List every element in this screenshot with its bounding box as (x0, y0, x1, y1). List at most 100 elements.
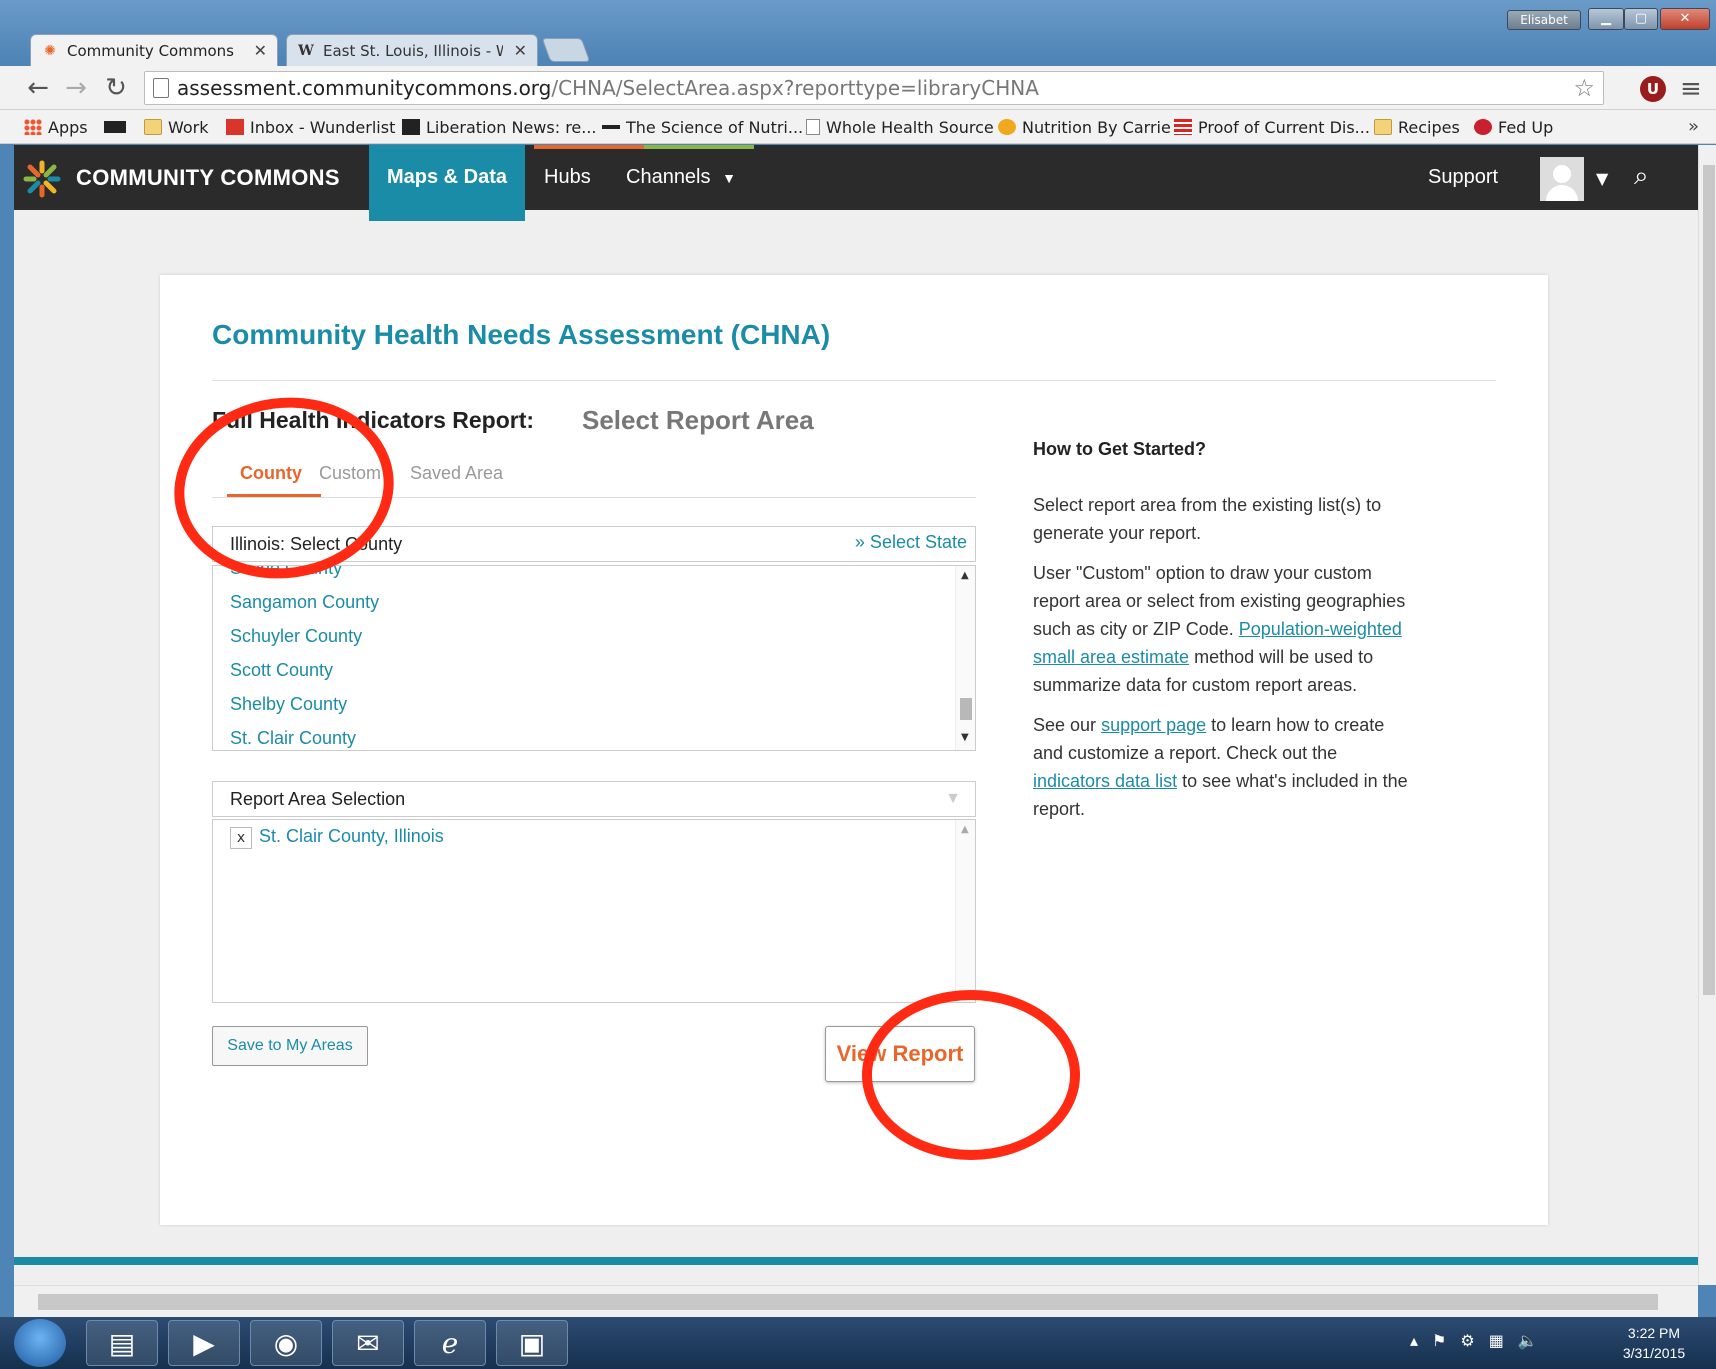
nav-channels[interactable]: Channels ▼ (626, 145, 736, 210)
selection-scrollbar[interactable]: ▲ (955, 820, 975, 1002)
nav-channels-label: Channels (626, 166, 711, 188)
annotation-circle-view-report (862, 990, 1080, 1160)
county-list[interactable]: Saline County Sangamon County Schuyler C… (212, 565, 976, 751)
flag-icon (1174, 119, 1192, 135)
bookmark-label: Proof of Current Dis... (1198, 117, 1370, 137)
content-card: Community Health Needs Assessment (CHNA)… (160, 275, 1548, 1225)
list-item[interactable]: Shelby County (230, 694, 347, 715)
internet-explorer-icon[interactable]: ℯ (414, 1320, 486, 1366)
apps-grid-icon (24, 119, 42, 135)
help-panel: How to Get Started? Select report area f… (1033, 435, 1413, 835)
browser-toolbar: ← → ↻ assessment.communitycommons.org/CH… (0, 66, 1716, 110)
selected-area-chip[interactable]: St. Clair County, Illinois (259, 826, 444, 847)
nav-support[interactable]: Support (1428, 145, 1498, 210)
bookmarks-bar: Apps Work Inbox - Wunderlist Liberation … (0, 110, 1716, 144)
bookmark-star-icon[interactable]: ☆ (1573, 72, 1595, 104)
list-item[interactable]: Scott County (230, 660, 333, 681)
tab-saved-area[interactable]: Saved Area (410, 463, 503, 484)
community-commons-favicon-icon: ✺ (44, 42, 56, 59)
bookmark-nutrition-by-carrie[interactable]: Nutrition By Carrie (998, 116, 1171, 138)
list-item[interactable]: Schuyler County (230, 626, 362, 647)
avatar[interactable] (1540, 157, 1584, 201)
bookmark-label: The Science of Nutri... (626, 117, 804, 137)
window-close-button[interactable]: ✕ (1660, 8, 1710, 30)
minimize-button[interactable]: ▁ (1588, 8, 1624, 30)
bookmark-work[interactable]: Work (144, 116, 209, 138)
start-button[interactable] (14, 1319, 66, 1367)
bookmark-bbc-icon[interactable] (104, 116, 126, 138)
clock[interactable]: 3:22 PM 3/31/2015 (1606, 1323, 1702, 1363)
list-item[interactable]: St. Clair County (230, 728, 356, 749)
report-subtitle: Select Report Area (582, 405, 814, 435)
remove-area-button[interactable]: x (230, 827, 252, 849)
bookmark-whole-health-source[interactable]: Whole Health Source (806, 116, 994, 138)
bbc-icon (104, 121, 126, 133)
scroll-thumb[interactable] (1703, 165, 1715, 995)
bookmark-liberation-news[interactable]: Liberation News: re... (402, 116, 597, 138)
close-tab-icon[interactable]: ✕ (514, 41, 527, 60)
support-page-link[interactable]: support page (1101, 715, 1206, 735)
scroll-up-icon[interactable]: ▲ (961, 824, 969, 835)
address-bar[interactable]: assessment.communitycommons.org/CHNA/Sel… (144, 71, 1604, 105)
bookmark-label: Recipes (1398, 117, 1460, 137)
chevron-down-icon[interactable]: ▼ (945, 782, 961, 816)
list-item[interactable]: Sangamon County (230, 592, 379, 613)
file-explorer-icon[interactable]: ▤ (86, 1320, 158, 1366)
search-icon[interactable]: ⌕ (1634, 161, 1649, 192)
bookmarks-overflow-icon[interactable]: » (1688, 116, 1699, 137)
footer-accent-bar (14, 1257, 1698, 1265)
forward-icon[interactable]: → (60, 72, 92, 104)
outlook-icon[interactable]: ✉ (332, 1320, 404, 1366)
site-name[interactable]: COMMUNITY COMMONS (76, 165, 340, 191)
nav-maps-data[interactable]: Maps & Data (369, 145, 525, 221)
new-tab-button[interactable] (541, 38, 591, 62)
bookmark-fed-up[interactable]: Fed Up (1474, 116, 1553, 138)
page-icon (153, 78, 169, 98)
bookmark-label: Liberation News: re... (426, 117, 597, 137)
bookmark-apps[interactable]: Apps (24, 116, 88, 138)
scroll-down-icon[interactable]: ▼ (961, 732, 969, 743)
bookmark-wunderlist[interactable]: Inbox - Wunderlist (226, 116, 395, 138)
browser-menu-icon[interactable]: ≡ (1680, 74, 1702, 104)
help-paragraph: See our support page to learn how to cre… (1033, 711, 1413, 823)
bookmark-science-of-nutrition[interactable]: The Science of Nutri... (602, 116, 803, 138)
nav-hubs[interactable]: Hubs (544, 145, 591, 210)
wunderlist-icon (226, 119, 244, 135)
bookmark-label: Fed Up (1498, 117, 1554, 137)
scroll-up-icon[interactable]: ▲ (961, 570, 969, 581)
page-horizontal-scrollbar[interactable] (14, 1285, 1698, 1317)
bookmark-label: Nutrition By Carrie (1022, 117, 1171, 137)
chevron-down-icon: ▼ (722, 170, 736, 186)
close-tab-icon[interactable]: ✕ (254, 41, 267, 60)
county-list-scrollbar[interactable]: ▲ ▼ (955, 566, 975, 750)
selected-areas-box: x St. Clair County, Illinois ▲ (212, 819, 976, 1003)
system-tray-icons[interactable]: ▴⚑⚙▦🔈 (1410, 1331, 1552, 1350)
page-vertical-scrollbar[interactable] (1698, 145, 1716, 1285)
report-area-selection-header[interactable]: Report Area Selection ▼ (212, 781, 976, 817)
help-paragraph: User "Custom" option to draw your custom… (1033, 559, 1413, 699)
site-header: COMMUNITY COMMONS Maps & Data Hubs Chann… (14, 145, 1698, 221)
tab-wikipedia[interactable]: W East St. Louis, Illinois - Wi ✕ (286, 34, 538, 66)
chrome-icon[interactable]: ◉ (250, 1320, 322, 1366)
app-icon[interactable]: ▣ (496, 1320, 568, 1366)
scroll-thumb[interactable] (960, 698, 972, 720)
reload-icon[interactable]: ↻ (100, 72, 132, 104)
tab-label: Community Commons (67, 41, 234, 60)
page-icon (806, 119, 820, 135)
media-player-icon[interactable]: ▶ (168, 1320, 240, 1366)
chevron-down-icon[interactable]: ▼ (1596, 169, 1608, 188)
tab-community-commons[interactable]: ✺ Community Commons ✕ (30, 34, 278, 66)
bookmark-label: Inbox - Wunderlist (250, 117, 396, 137)
select-state-link[interactable]: » Select State (855, 525, 967, 559)
bookmark-proof-of-current-disease[interactable]: Proof of Current Dis... (1174, 116, 1370, 138)
back-icon[interactable]: ← (22, 72, 54, 104)
indicators-data-list-link[interactable]: indicators data list (1033, 771, 1177, 791)
profile-button[interactable]: Elisabet (1507, 10, 1581, 30)
save-to-my-areas-button[interactable]: Save to My Areas (212, 1026, 368, 1066)
maximize-button[interactable]: ▢ (1624, 8, 1658, 30)
extension-icon[interactable]: U (1640, 76, 1666, 102)
community-commons-logo-icon[interactable] (22, 159, 62, 199)
page-title: Community Health Needs Assessment (CHNA) (212, 319, 831, 350)
bookmark-recipes[interactable]: Recipes (1374, 116, 1460, 138)
scroll-thumb[interactable] (38, 1294, 1658, 1310)
